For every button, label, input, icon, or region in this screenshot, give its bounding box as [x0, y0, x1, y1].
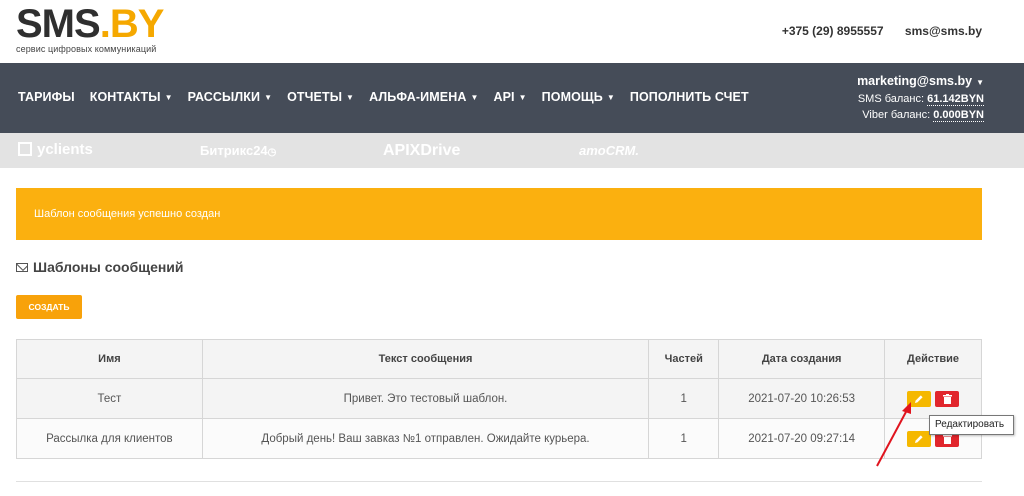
divider	[16, 481, 982, 482]
annotation-arrow-icon	[876, 402, 911, 467]
